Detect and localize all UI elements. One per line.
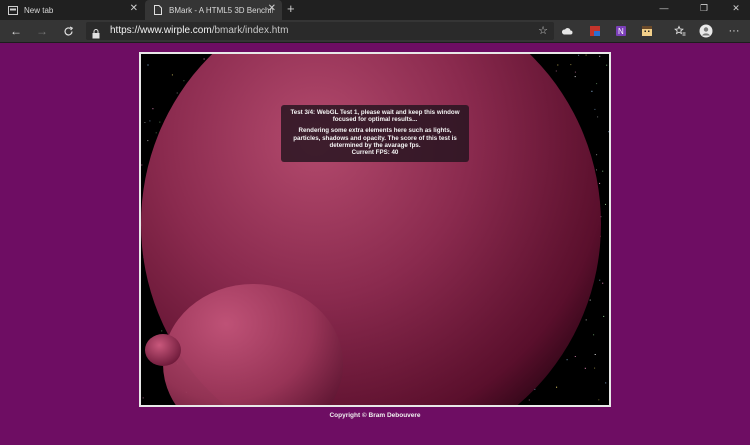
avatar-extension-icon[interactable] <box>640 24 654 38</box>
tab-bmark[interactable]: BMark - A HTML5 3D Benchmark ✕ <box>145 0 282 20</box>
new-tab-icon <box>8 5 18 15</box>
refresh-icon[interactable] <box>59 23 77 39</box>
new-tab-button[interactable]: + <box>287 2 295 16</box>
profile-avatar-icon[interactable] <box>699 24 713 38</box>
cloud-extension-icon[interactable] <box>560 24 574 38</box>
tab-title: New tab <box>24 5 54 15</box>
favorites-bar-icon[interactable] <box>673 24 687 38</box>
close-tab-icon[interactable]: ✕ <box>268 4 276 14</box>
back-icon[interactable]: ← <box>7 23 25 39</box>
tab-title: BMark - A HTML5 3D Benchmark <box>169 5 273 15</box>
restore-icon[interactable]: ❐ <box>690 0 718 16</box>
tab-strip: New tab ✕ BMark - A HTML5 3D Benchmark ✕… <box>0 0 750 20</box>
minimize-icon[interactable]: — <box>650 0 678 16</box>
small-sphere <box>145 334 181 366</box>
url-path: /bmark/index.htm <box>211 25 289 36</box>
description: Rendering some extra elements here such … <box>293 127 457 149</box>
onenote-extension-icon[interactable]: N <box>614 24 628 38</box>
forward-icon[interactable]: → <box>33 23 51 39</box>
url-host: https://www.wirple.com <box>110 25 212 36</box>
svg-text:N: N <box>618 27 624 36</box>
close-window-icon[interactable]: ✕ <box>722 0 750 16</box>
test-status-text: Test 3/4: WebGL Test 1, please wait and … <box>290 109 460 124</box>
tab-new-tab[interactable]: New tab ✕ <box>0 0 144 20</box>
more-menu-icon[interactable]: ··· <box>727 24 741 38</box>
close-tab-icon[interactable]: ✕ <box>130 4 138 14</box>
address-bar: ← → https://www.wirple.com/bmark/index.h… <box>0 20 750 43</box>
fps-readout: Current FPS: 40 <box>351 149 399 157</box>
lock-icon <box>92 26 100 39</box>
office-extension-icon[interactable] <box>588 24 602 38</box>
benchmark-info-panel: Test 3/4: WebGL Test 1, please wait and … <box>281 105 469 162</box>
webgl-canvas[interactable]: Test 3/4: WebGL Test 1, please wait and … <box>139 52 611 407</box>
url-field[interactable]: https://www.wirple.com/bmark/index.htm ☆ <box>86 22 554 40</box>
copyright-text: Copyright © Bram Debouvere <box>329 412 421 419</box>
page-icon <box>153 5 163 15</box>
test-description-text: Rendering some extra elements here such … <box>289 127 461 156</box>
favorite-star-icon[interactable]: ☆ <box>538 24 548 37</box>
url-text: https://www.wirple.com/bmark/index.htm <box>110 25 288 36</box>
